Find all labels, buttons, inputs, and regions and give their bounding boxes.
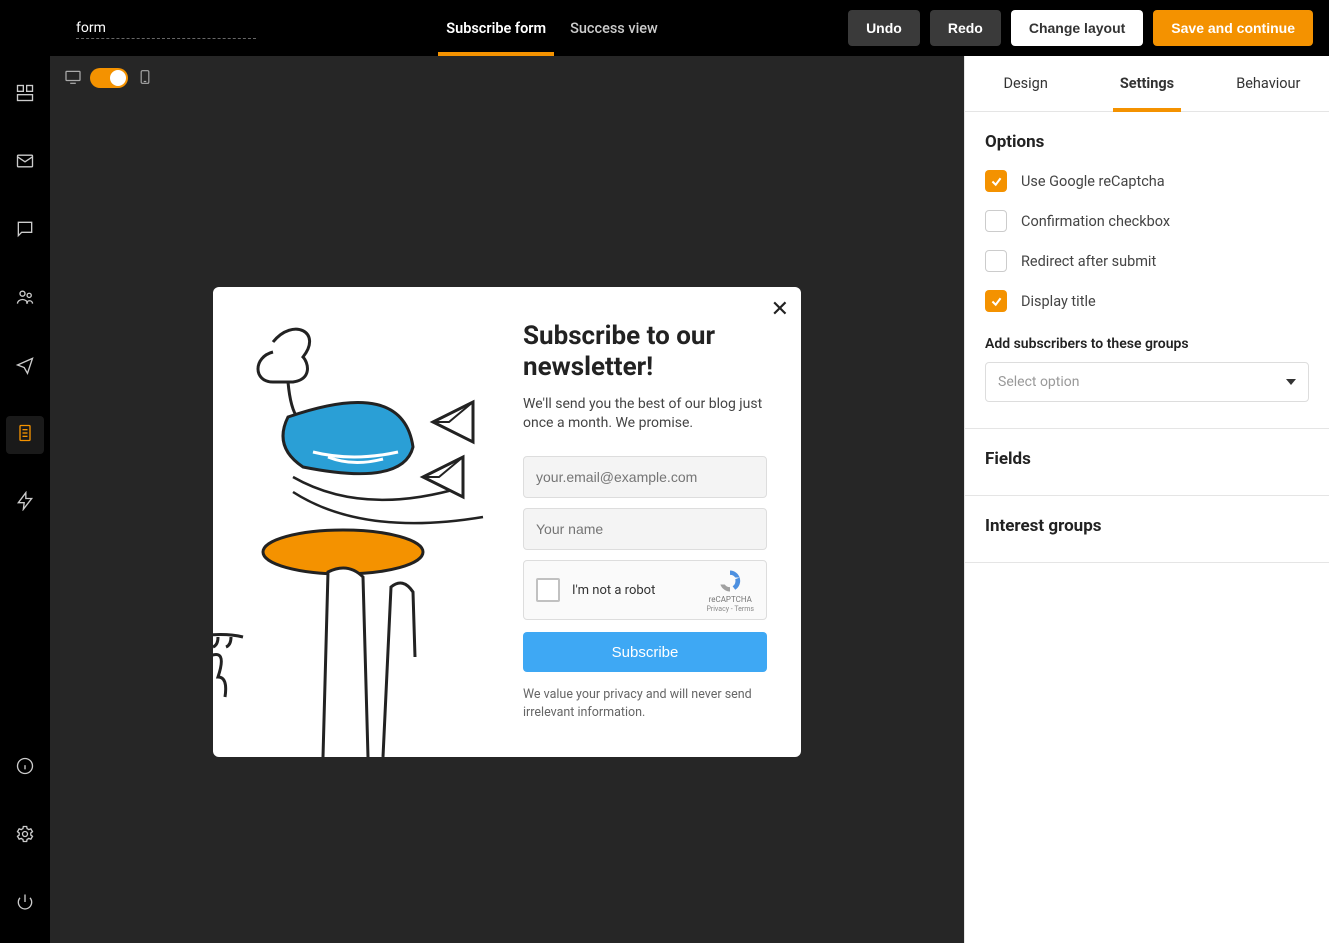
device-toggle[interactable]: [90, 68, 128, 88]
groups-label: Add subscribers to these groups: [985, 336, 1309, 352]
groups-select[interactable]: Select option: [985, 362, 1309, 402]
bolt-icon: [15, 491, 35, 515]
form-icon: [15, 423, 35, 447]
recaptcha-label: I'm not a robot: [572, 583, 706, 598]
checkbox-confirmation[interactable]: [985, 210, 1007, 232]
checkbox-redirect[interactable]: [985, 250, 1007, 272]
app-logo[interactable]: [0, 0, 50, 56]
checkbox-recaptcha[interactable]: [985, 170, 1007, 192]
panel-section-interest-groups[interactable]: Interest groups: [965, 496, 1329, 563]
modal-title: Subscribe to our newsletter!: [523, 321, 767, 383]
modal-illustration: [213, 287, 513, 757]
sidebar-automations[interactable]: [6, 484, 44, 522]
undo-button[interactable]: Undo: [848, 10, 920, 46]
options-title: Options: [985, 132, 1309, 152]
form-name-input[interactable]: form: [76, 17, 256, 39]
panel-section-fields[interactable]: Fields: [965, 429, 1329, 496]
right-panel: Design Settings Behaviour Options Use Go…: [964, 56, 1329, 943]
panel-tab-design[interactable]: Design: [965, 56, 1086, 111]
label-display-title: Display title: [1021, 293, 1096, 310]
send-icon: [15, 355, 35, 379]
info-icon: [15, 756, 35, 780]
modal-subtitle: We'll send you the best of our blog just…: [523, 395, 767, 434]
sidebar-mail[interactable]: [6, 144, 44, 182]
label-recaptcha: Use Google reCaptcha: [1021, 173, 1165, 190]
interest-groups-title: Interest groups: [985, 516, 1309, 536]
label-confirmation: Confirmation checkbox: [1021, 213, 1170, 230]
sidebar-campaigns[interactable]: [6, 348, 44, 386]
sidebar-dashboard[interactable]: [6, 76, 44, 114]
privacy-note: We value your privacy and will never sen…: [523, 686, 767, 721]
groups-select-placeholder: Select option: [998, 374, 1080, 390]
gear-icon: [15, 824, 35, 848]
panel-section-options: Options Use Google reCaptcha Confirmatio…: [965, 112, 1329, 429]
tab-subscribe-form[interactable]: Subscribe form: [446, 0, 546, 56]
dashboard-icon: [15, 83, 35, 107]
tab-success-view[interactable]: Success view: [570, 0, 658, 56]
mail-icon: [15, 151, 35, 175]
sidebar-help[interactable]: [6, 749, 44, 787]
save-continue-button[interactable]: Save and continue: [1153, 10, 1313, 46]
subscribe-button[interactable]: Subscribe: [523, 632, 767, 672]
panel-tab-design-label: Design: [1003, 75, 1047, 92]
panel-tab-behaviour[interactable]: Behaviour: [1208, 56, 1329, 111]
name-field[interactable]: [523, 508, 767, 550]
panel-tab-settings[interactable]: Settings: [1086, 56, 1207, 111]
form-preview-modal: ✕: [213, 287, 801, 757]
form-name-label: form: [76, 20, 106, 36]
tab-success-view-label: Success view: [570, 20, 658, 37]
illustration-icon: [213, 287, 513, 757]
sidebar-subscribers[interactable]: [6, 280, 44, 318]
panel-tab-behaviour-label: Behaviour: [1236, 75, 1300, 92]
recaptcha-widget[interactable]: I'm not a robot reCAPTCHA Privacy - Term…: [523, 560, 767, 620]
users-icon: [15, 287, 35, 311]
label-redirect: Redirect after submit: [1021, 253, 1156, 270]
sidebar-forms[interactable]: [6, 416, 44, 454]
mobile-icon: [136, 69, 154, 88]
tab-subscribe-form-label: Subscribe form: [446, 20, 546, 37]
redo-button[interactable]: Redo: [930, 10, 1001, 46]
recaptcha-checkbox[interactable]: [536, 578, 560, 602]
desktop-icon: [64, 69, 82, 88]
change-layout-button[interactable]: Change layout: [1011, 10, 1143, 46]
sidebar-chat[interactable]: [6, 212, 44, 250]
checkbox-display-title[interactable]: [985, 290, 1007, 312]
sidebar-power[interactable]: [6, 885, 44, 923]
email-field[interactable]: [523, 456, 767, 498]
chat-icon: [15, 219, 35, 243]
caret-down-icon: [1286, 379, 1296, 385]
left-sidebar: [0, 56, 50, 943]
sidebar-settings[interactable]: [6, 817, 44, 855]
panel-tab-settings-label: Settings: [1120, 75, 1174, 92]
power-icon: [15, 892, 35, 916]
fields-title: Fields: [985, 449, 1309, 469]
close-icon[interactable]: ✕: [771, 297, 789, 322]
recaptcha-logo: reCAPTCHA Privacy - Terms: [706, 567, 754, 613]
